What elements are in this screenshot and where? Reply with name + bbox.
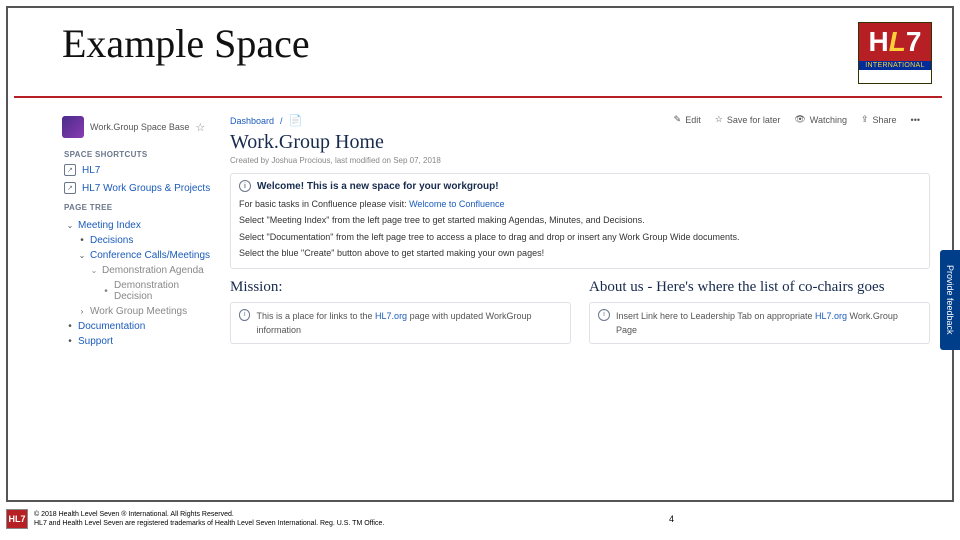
trademark: HL7 and Health Level Seven are registere… bbox=[34, 519, 384, 528]
more-button[interactable]: ••• bbox=[911, 115, 920, 125]
space-name: Work.Group Space Base bbox=[90, 122, 189, 132]
page-tree: ⌄Meeting Index •Decisions ⌄Conference Ca… bbox=[62, 214, 220, 349]
slide-footer: HL7 © 2018 Health Level Seven ® Internat… bbox=[6, 504, 954, 534]
bullet-icon: • bbox=[78, 235, 86, 246]
welcome-panel: i Welcome! This is a new space for your … bbox=[230, 173, 930, 269]
edit-button[interactable]: ✎Edit bbox=[674, 114, 701, 125]
chevron-down-icon: ⌄ bbox=[78, 251, 86, 260]
hl7-logo: HL7 INTERNATIONAL bbox=[858, 22, 932, 84]
welcome-to-confluence-link[interactable]: Welcome to Confluence bbox=[409, 199, 504, 209]
star-icon: ☆ bbox=[715, 114, 723, 125]
title-underline bbox=[14, 96, 942, 98]
welcome-heading: Welcome! This is a new space for your wo… bbox=[257, 181, 499, 192]
shortcut-hl7[interactable]: ↗ HL7 bbox=[62, 161, 220, 179]
tree-demo-decision[interactable]: •Demonstration Decision bbox=[62, 278, 220, 304]
shortcut-workgroups[interactable]: ↗ HL7 Work Groups & Projects bbox=[62, 179, 220, 197]
chevron-right-icon: › bbox=[78, 307, 86, 316]
page-number: 4 bbox=[669, 514, 674, 524]
info-icon: i bbox=[239, 309, 250, 321]
mission-column: Mission: i This is a place for links to … bbox=[230, 275, 571, 351]
save-for-later-button[interactable]: ☆Save for later bbox=[715, 114, 781, 125]
bullet-icon: • bbox=[102, 286, 110, 297]
tree-support[interactable]: •Support bbox=[62, 334, 220, 349]
info-icon: i bbox=[598, 309, 610, 321]
mission-panel: i This is a place for links to the HL7.o… bbox=[230, 302, 571, 345]
star-icon[interactable]: ☆ bbox=[195, 121, 205, 134]
page-toolbar: ✎Edit ☆Save for later 👁Watching ⇪Share •… bbox=[674, 114, 920, 125]
page-title: Work.Group Home bbox=[230, 127, 930, 156]
breadcrumb-dashboard[interactable]: Dashboard bbox=[230, 116, 274, 126]
shortcut-label: HL7 bbox=[82, 165, 100, 176]
main-content: Dashboard / 📄 ✎Edit ☆Save for later 👁Wat… bbox=[230, 114, 930, 450]
page-icon: 📄 bbox=[289, 114, 303, 127]
link-icon: ↗ bbox=[64, 182, 76, 194]
share-icon: ⇪ bbox=[861, 114, 869, 125]
hl7-org-link[interactable]: HL7.org bbox=[815, 311, 847, 321]
watching-button[interactable]: 👁Watching bbox=[794, 114, 847, 125]
eye-icon: 👁 bbox=[794, 114, 805, 125]
confluence-screenshot: Work.Group Space Base ☆ SPACE SHORTCUTS … bbox=[62, 114, 930, 450]
about-column: About us - Here's where the list of co-c… bbox=[589, 275, 930, 351]
tree-wg-meetings[interactable]: ›Work Group Meetings bbox=[62, 304, 220, 319]
tree-documentation[interactable]: •Documentation bbox=[62, 319, 220, 334]
space-header[interactable]: Work.Group Space Base ☆ bbox=[62, 114, 220, 144]
bullet-icon: • bbox=[66, 336, 74, 347]
share-button[interactable]: ⇪Share bbox=[861, 114, 897, 125]
mission-heading: Mission: bbox=[230, 275, 571, 302]
byline: Created by Joshua Procious, last modifie… bbox=[230, 156, 930, 173]
info-icon: i bbox=[239, 180, 251, 192]
footer-logo: HL7 bbox=[6, 509, 28, 529]
chevron-down-icon: ⌄ bbox=[66, 221, 74, 230]
bullet-icon: • bbox=[66, 321, 74, 332]
about-panel: i Insert Link here to Leadership Tab on … bbox=[589, 302, 930, 345]
hl7-org-link[interactable]: HL7.org bbox=[375, 311, 407, 321]
tree-conference-calls[interactable]: ⌄Conference Calls/Meetings bbox=[62, 248, 220, 263]
shortcuts-label: SPACE SHORTCUTS bbox=[62, 144, 220, 161]
tree-decisions[interactable]: •Decisions bbox=[62, 233, 220, 248]
feedback-tab[interactable]: Provide feedback bbox=[940, 250, 960, 350]
about-heading: About us - Here's where the list of co-c… bbox=[589, 275, 930, 302]
sidebar: Work.Group Space Base ☆ SPACE SHORTCUTS … bbox=[62, 114, 220, 450]
tree-meeting-index[interactable]: ⌄Meeting Index bbox=[62, 218, 220, 233]
more-icon: ••• bbox=[911, 115, 920, 125]
shortcut-label: HL7 Work Groups & Projects bbox=[82, 183, 210, 194]
link-icon: ↗ bbox=[64, 164, 76, 176]
pencil-icon: ✎ bbox=[674, 114, 682, 125]
chevron-down-icon: ⌄ bbox=[90, 266, 98, 275]
tree-demo-agenda[interactable]: ⌄Demonstration Agenda bbox=[62, 263, 220, 278]
slide-title: Example Space bbox=[62, 20, 310, 67]
pagetree-label: PAGE TREE bbox=[62, 197, 220, 214]
space-avatar bbox=[62, 116, 84, 138]
copyright: © 2018 Health Level Seven ® Internationa… bbox=[34, 510, 384, 519]
